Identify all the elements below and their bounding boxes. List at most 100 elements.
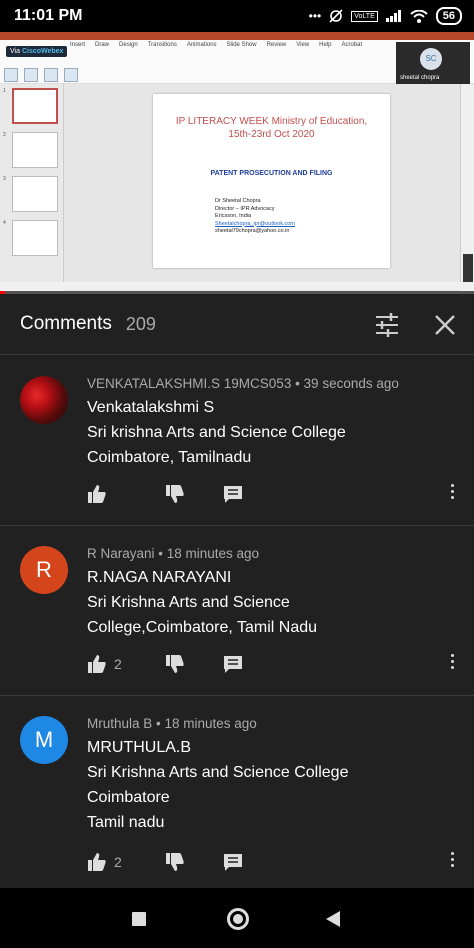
recent-apps-button[interactable]	[132, 912, 146, 926]
muted-alarm-icon	[329, 9, 343, 23]
more-options-icon[interactable]	[448, 652, 456, 672]
comment-text-line: Sri Krishna Arts and Science	[87, 594, 290, 611]
ribbon-tool-icon	[24, 68, 38, 82]
slide-title-line2: 15th-23rd Oct 2020	[228, 129, 315, 140]
avatar[interactable]: M	[20, 716, 68, 764]
ribbon-tool-icon	[64, 68, 78, 82]
ribbon-tab: Transitions	[147, 42, 177, 48]
slide-author-block: Dr Sheetal Chopra Director – IPR Advocac…	[215, 198, 295, 236]
comment-meta: R Narayani • 18 minutes ago	[87, 546, 260, 561]
comment-text-line: Coimbatore	[87, 789, 170, 806]
ribbon-tab: Animations	[186, 42, 217, 48]
ribbon-tab: Help	[319, 42, 332, 48]
like-count: 2	[114, 854, 122, 870]
like-count: 2	[114, 656, 122, 672]
current-slide: IP LITERACY WEEK Ministry of Education, …	[153, 94, 390, 268]
slide-scrollbar	[460, 84, 474, 284]
comment-meta: VENKATALAKSHMI.S 19MCS053 • 39 seconds a…	[87, 376, 399, 391]
comment-text-line: Sri krishna Arts and Science College	[87, 424, 346, 441]
reply-icon[interactable]	[223, 654, 243, 674]
ribbon-tool-icon	[4, 68, 18, 82]
comment-author-line: Venkatalakshmi S	[87, 399, 215, 416]
ribbon-tab: Draw	[95, 42, 110, 48]
status-bar: 11:01 PM ••• VoLTE 56	[0, 0, 474, 32]
ribbon-tab: Review	[266, 42, 287, 48]
back-button[interactable]	[326, 911, 340, 927]
navigation-bar	[0, 888, 474, 948]
thumb-number: 1	[3, 88, 6, 94]
webex-prefix: Via	[10, 48, 20, 55]
avatar[interactable]: R	[20, 546, 68, 594]
comment-item: R R Narayani • 18 minutes ago R.NAGA NAR…	[0, 526, 474, 696]
presenter-name: sheetal chopra	[400, 75, 440, 81]
battery-icon: 56	[435, 7, 462, 25]
comment-meta: Mruthula B • 18 minutes ago	[87, 716, 257, 731]
volte-icon: VoLTE	[351, 10, 378, 22]
more-options-icon[interactable]	[448, 850, 456, 870]
comments-panel: Comments 209 VENKATALAKSHMI.S 19MCS053 •…	[0, 294, 474, 888]
presenter-avatar: SC	[420, 48, 442, 70]
slide-canvas: IP LITERACY WEEK Ministry of Education, …	[64, 84, 460, 294]
ribbon-tools	[4, 68, 78, 82]
slide-thumbnails: 1 2 3 4	[0, 84, 64, 284]
ribbon-tab: Slide Show	[226, 42, 257, 48]
status-time: 11:01 PM	[14, 7, 83, 24]
ribbon-tool-icon	[44, 68, 58, 82]
slide-thumbnail	[12, 176, 58, 212]
comment-text-line: Sri Krishna Arts and Science College	[87, 764, 349, 781]
thumb-number: 2	[3, 132, 6, 138]
presenter-panel: SC sheetal chopra	[396, 42, 470, 90]
video-player[interactable]: Insert Draw Design Transitions Animation…	[0, 32, 474, 294]
webex-badge: Via CiscoWebex	[6, 46, 68, 57]
signal-icon	[385, 10, 401, 22]
comment-author-line: R.NAGA NARAYANI	[87, 569, 232, 586]
thumb-number: 4	[3, 220, 6, 226]
thumb-number: 3	[3, 176, 6, 182]
close-icon[interactable]	[432, 312, 458, 338]
author-line: Director – IPR Advocacy	[215, 205, 275, 212]
slide-title-line1: IP LITERACY WEEK Ministry of Education,	[175, 116, 368, 127]
avatar[interactable]	[20, 376, 68, 424]
home-button[interactable]	[227, 908, 249, 930]
slide-thumbnail	[12, 132, 58, 168]
author-line: Dr Sheetal Chopra	[215, 198, 261, 204]
sort-filter-icon[interactable]	[374, 312, 400, 338]
comment-text-line: College,Coimbatore, Tamil Nadu	[87, 619, 318, 636]
ribbon-tab: View	[296, 42, 310, 48]
comment-item: M Mruthula B • 18 minutes ago MRUTHULA.B…	[0, 696, 474, 888]
powerpoint-ribbon: Insert Draw Design Transitions Animation…	[0, 40, 474, 90]
dislike-icon[interactable]	[165, 852, 185, 872]
comment-item: VENKATALAKSHMI.S 19MCS053 • 39 seconds a…	[0, 356, 474, 526]
wifi-icon	[410, 9, 428, 23]
like-icon[interactable]	[87, 852, 107, 872]
ribbon-tab: Design	[119, 42, 138, 48]
reply-icon[interactable]	[223, 852, 243, 872]
slide-thumbnail	[12, 88, 58, 124]
comment-text-line: Tamil nadu	[87, 814, 165, 831]
slide-subtitle: PATENT PROSECUTION AND FILING	[210, 170, 333, 177]
ribbon-tabs: Insert Draw Design Transitions Animation…	[70, 42, 362, 48]
reply-icon[interactable]	[223, 484, 243, 504]
powerpoint-statusbar	[0, 282, 474, 290]
slide-title: IP LITERACY WEEK Ministry of Education, …	[159, 115, 384, 141]
slide-thumbnail	[12, 220, 58, 256]
comments-count: 209	[125, 313, 156, 334]
like-icon[interactable]	[87, 484, 107, 504]
comment-text-line: Coimbatore, Tamilnadu	[87, 449, 252, 466]
author-email-link: Sheetalchopra_ipr@outlook.com	[215, 220, 295, 227]
comments-title: Comments	[20, 313, 112, 334]
more-notifications-icon: •••	[308, 9, 322, 23]
status-icons: ••• VoLTE 56	[309, 7, 462, 25]
author-email: sheetal79chopra@yahoo.co.in	[215, 228, 290, 234]
like-icon[interactable]	[87, 654, 107, 674]
author-line: Ericsson, India	[215, 213, 252, 219]
ribbon-tab: Acrobat	[341, 42, 363, 48]
comments-header: Comments 209	[0, 294, 474, 355]
webex-brand: CiscoWebex	[21, 48, 64, 55]
dislike-icon[interactable]	[165, 654, 185, 674]
powerpoint-titlebar	[0, 32, 474, 40]
dislike-icon[interactable]	[165, 484, 185, 504]
comment-author-line: MRUTHULA.B	[87, 739, 192, 756]
ribbon-tab: Insert	[70, 42, 86, 48]
more-options-icon[interactable]	[448, 482, 456, 502]
